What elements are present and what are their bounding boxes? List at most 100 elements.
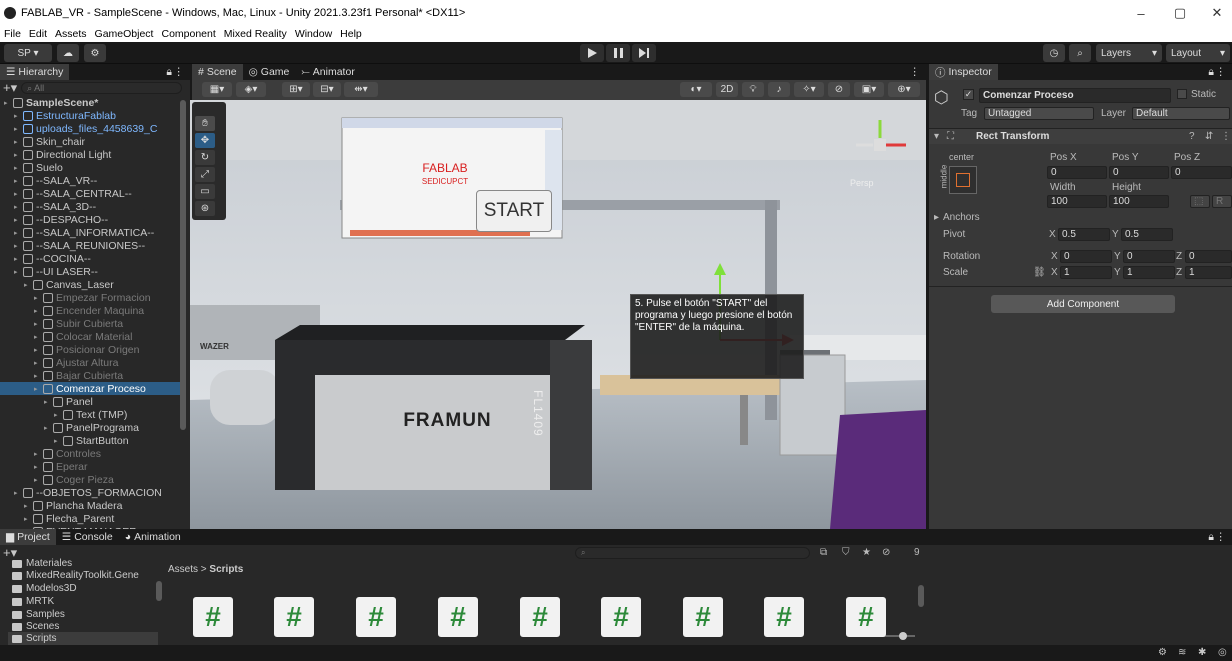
hierarchy-item[interactable]: ▸ Plancha Madera: [0, 499, 183, 512]
history-icon[interactable]: ◷: [1043, 44, 1065, 62]
expand-arrow-icon[interactable]: ▸: [14, 203, 23, 211]
tab-console[interactable]: ☰ Console: [56, 529, 119, 545]
minimize-button[interactable]: –: [1123, 0, 1159, 26]
layout-dropdown[interactable]: Layout ▾: [1166, 44, 1230, 62]
more-options-icon[interactable]: ⋮: [1216, 531, 1227, 543]
rotation-z-field[interactable]: 0: [1185, 250, 1232, 263]
pos-y-field[interactable]: 0: [1109, 166, 1169, 179]
camera-dropdown[interactable]: ▣▾: [854, 82, 884, 97]
hierarchy-item[interactable]: ▸ --COCINA--: [0, 252, 183, 265]
favorite-icon[interactable]: ★: [862, 547, 871, 558]
script-asset[interactable]: #: [683, 597, 723, 637]
menu-edit[interactable]: Edit: [25, 28, 51, 40]
hierarchy-item[interactable]: ▸ --UI LASER--: [0, 265, 183, 278]
search-icon[interactable]: ⌕: [1069, 44, 1091, 62]
expand-arrow-icon[interactable]: ▸: [14, 255, 23, 263]
account-button[interactable]: SP ▾: [4, 44, 52, 62]
draw-mode-dropdown[interactable]: ▦▾: [202, 82, 232, 97]
hierarchy-item[interactable]: ▸ Text (TMP): [0, 408, 183, 421]
rotation-x-field[interactable]: 0: [1060, 250, 1112, 263]
layer-dropdown[interactable]: Default: [1132, 107, 1230, 120]
hierarchy-item[interactable]: ▸ Bajar Cubierta: [0, 369, 183, 382]
hierarchy-item[interactable]: ▸ uploads_files_4458639_C: [0, 122, 183, 135]
expand-arrow-icon[interactable]: ▸: [14, 138, 23, 146]
script-asset[interactable]: #: [193, 597, 233, 637]
add-component-button[interactable]: Add Component: [991, 295, 1175, 313]
hierarchy-item[interactable]: ▸ Suelo: [0, 161, 183, 174]
script-asset[interactable]: #: [764, 597, 804, 637]
auto-generate-lighting-icon[interactable]: ◎: [1218, 647, 1227, 658]
hierarchy-item[interactable]: ▸ Comenzar Proceso: [0, 382, 183, 395]
hierarchy-item[interactable]: ▸ --DESPACHO--: [0, 213, 183, 226]
rotation-y-field[interactable]: 0: [1123, 250, 1175, 263]
pivot-y-field[interactable]: 0.5: [1121, 228, 1173, 241]
active-checkbox[interactable]: ✓: [963, 89, 974, 100]
layers-dropdown[interactable]: Layers ▾: [1096, 44, 1162, 62]
menu-mixed-reality[interactable]: Mixed Reality: [220, 28, 291, 40]
hierarchy-item[interactable]: ▸ --SALA_VR--: [0, 174, 183, 187]
expand-arrow-icon[interactable]: ▸: [34, 307, 43, 315]
tab-inspector[interactable]: ⓘ Inspector: [929, 64, 998, 80]
expand-arrow-icon[interactable]: ▸: [24, 515, 33, 523]
hierarchy-item[interactable]: ▸ Colocar Material: [0, 330, 183, 343]
rotate-tool-icon[interactable]: ↻: [195, 150, 215, 165]
hierarchy-search-input[interactable]: ⌕ All: [21, 82, 182, 94]
breadcrumb-root[interactable]: Assets: [168, 564, 198, 575]
hierarchy-item[interactable]: ▸ Flecha_Parent: [0, 512, 183, 525]
script-asset[interactable]: #: [520, 597, 560, 637]
menu-help[interactable]: Help: [336, 28, 366, 40]
hierarchy-item[interactable]: ▸ --OBJETOS_FORMACION: [0, 486, 183, 499]
expand-arrow-icon[interactable]: ▸: [14, 268, 23, 276]
rect-transform-header[interactable]: ▾ ⛶ Rect Transform ? ⇵ ⋮: [929, 128, 1232, 144]
hierarchy-scrollbar[interactable]: [180, 100, 186, 430]
filter-label-icon[interactable]: ⛉: [842, 547, 850, 558]
expand-arrow-icon[interactable]: ▸: [34, 476, 43, 484]
step-button[interactable]: [632, 44, 656, 62]
folder-modelos3d[interactable]: Modelos3D: [12, 582, 77, 595]
more-options-icon[interactable]: ⋮: [910, 66, 921, 78]
toggle-2d-button[interactable]: 2D: [716, 82, 738, 97]
create-plus-icon[interactable]: +▾: [3, 80, 17, 96]
pos-z-field[interactable]: 0: [1171, 166, 1232, 179]
maximize-button[interactable]: ▢: [1162, 0, 1198, 26]
hierarchy-item[interactable]: ▸ --SALA_CENTRAL--: [0, 187, 183, 200]
gizmos-dropdown[interactable]: ⊕▾: [888, 82, 920, 97]
hierarchy-item[interactable]: ▸ Encender Maquina: [0, 304, 183, 317]
debug-mode-icon[interactable]: ✱: [1198, 647, 1206, 658]
close-button[interactable]: ✕: [1199, 0, 1232, 26]
object-name-input[interactable]: Comenzar Proceso: [979, 88, 1171, 103]
move-tool-icon[interactable]: ✥: [195, 133, 215, 148]
cache-server-icon[interactable]: ⚙: [1158, 647, 1167, 658]
more-options-icon[interactable]: ⋮: [1216, 66, 1227, 78]
anchor-presets-button[interactable]: [949, 166, 977, 194]
help-icon[interactable]: ?: [1189, 131, 1195, 142]
expand-arrow-icon[interactable]: ▸: [4, 99, 13, 107]
tab-animation[interactable]: ◕ Animation: [119, 529, 187, 545]
expand-arrow-icon[interactable]: ▸: [14, 125, 23, 133]
play-button[interactable]: [580, 44, 604, 62]
pos-x-field[interactable]: 0: [1047, 166, 1107, 179]
transform-tool-icon[interactable]: ⊛: [195, 201, 215, 216]
hierarchy-item[interactable]: ▸ Eperar: [0, 460, 183, 473]
preset-icon[interactable]: ⇵: [1205, 131, 1213, 142]
expand-arrow-icon[interactable]: ▸: [14, 164, 23, 172]
expand-arrow-icon[interactable]: ▸: [14, 242, 23, 250]
hierarchy-item[interactable]: ▸ StartButton: [0, 434, 183, 447]
grid-snap-dropdown[interactable]: ⊞▾: [282, 82, 310, 97]
expand-arrow-icon[interactable]: ▸: [14, 489, 23, 497]
expand-arrow-icon[interactable]: ▸: [34, 333, 43, 341]
effects-dropdown[interactable]: ✧▾: [794, 82, 824, 97]
expand-arrow-icon[interactable]: ▸: [34, 294, 43, 302]
lighting-toggle-icon[interactable]: 💡︎: [742, 82, 764, 97]
hand-tool-icon[interactable]: ✋︎: [195, 116, 215, 131]
lock-icon[interactable]: 🔒︎: [166, 66, 172, 79]
cloud-icon[interactable]: ☁: [57, 44, 79, 62]
static-checkbox[interactable]: [1177, 89, 1187, 99]
hierarchy-item[interactable]: ▸ SampleScene*: [0, 96, 183, 109]
scale-x-field[interactable]: 1: [1060, 266, 1112, 279]
hidden-packages-icon[interactable]: ⊘: [882, 547, 890, 558]
more-options-icon[interactable]: ⋮: [174, 66, 185, 78]
folder-scripts[interactable]: Scripts: [8, 632, 158, 645]
expand-arrow-icon[interactable]: ▸: [14, 151, 23, 159]
hierarchy-item[interactable]: ▸ Controles: [0, 447, 183, 460]
